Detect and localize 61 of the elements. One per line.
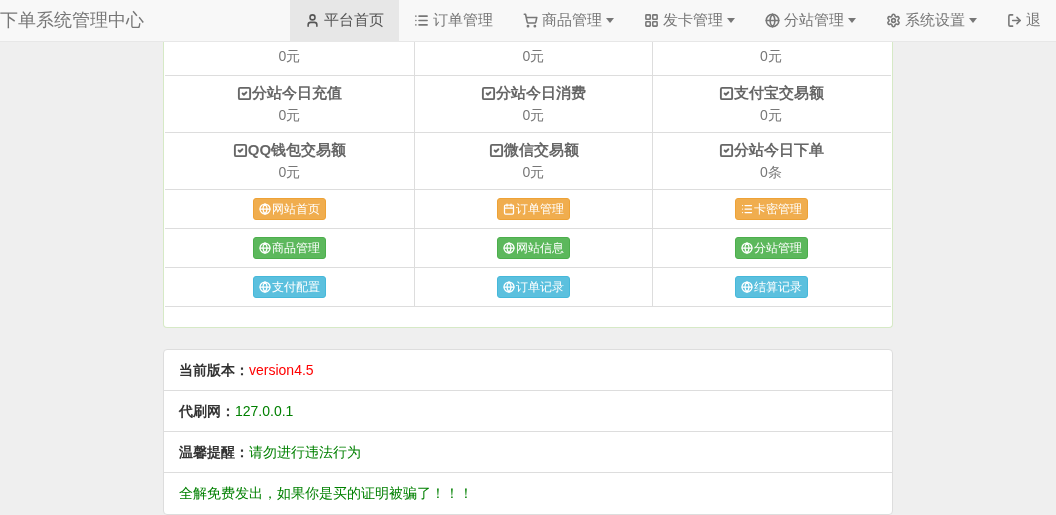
info-label: 温馨提醒： bbox=[179, 442, 249, 462]
notice-text: 全解免费发出，如果你是买的证明被骗了！！！ bbox=[179, 484, 473, 503]
stat-label: 微信交易额 bbox=[503, 140, 579, 161]
settings-icon bbox=[886, 13, 901, 28]
calendar-icon bbox=[503, 203, 515, 215]
info-label: 当前版本： bbox=[179, 360, 249, 380]
shortcut-button[interactable]: 网站首页 bbox=[253, 198, 326, 220]
globe-icon bbox=[259, 242, 271, 254]
shortcut-button[interactable]: 订单记录 bbox=[497, 276, 570, 298]
list-icon bbox=[414, 13, 429, 28]
nav-item[interactable]: 平台首页 bbox=[290, 0, 399, 41]
globe-icon bbox=[259, 203, 271, 215]
info-value: 请勿进行违法行为 bbox=[249, 442, 361, 462]
stat-value: 0元 bbox=[522, 162, 545, 182]
shortcut-button[interactable]: 结算记录 bbox=[734, 276, 808, 298]
info-value: 127.0.0.1 bbox=[235, 401, 294, 421]
nav-item[interactable]: 订单管理 bbox=[399, 0, 508, 41]
logout-icon bbox=[1007, 13, 1022, 28]
checkbox-icon bbox=[232, 143, 248, 158]
globe-icon bbox=[503, 242, 515, 254]
nav-item[interactable]: 系统设置 bbox=[871, 0, 992, 41]
cart-icon bbox=[523, 13, 538, 28]
shortcut-button[interactable]: 卡密管理 bbox=[734, 198, 808, 220]
shortcut-button[interactable]: 商品管理 bbox=[253, 237, 326, 259]
info-label: 代刷网： bbox=[179, 401, 235, 421]
info-value: version4.5 bbox=[249, 360, 314, 380]
checkbox-icon bbox=[481, 86, 496, 101]
stat-label: 分站今日消费 bbox=[496, 83, 586, 104]
shortcut-button[interactable]: 网站信息 bbox=[497, 237, 570, 259]
nav-item[interactable]: 商品管理 bbox=[508, 0, 629, 41]
list-icon bbox=[740, 203, 753, 215]
globe-icon bbox=[259, 281, 271, 293]
globe-icon bbox=[740, 242, 753, 254]
stat-value: 0元 bbox=[760, 47, 782, 66]
nav-item[interactable]: 退 bbox=[992, 0, 1056, 41]
globe-icon bbox=[503, 281, 515, 293]
stat-label: 分站今日充值 bbox=[252, 83, 342, 104]
globe-icon bbox=[740, 281, 753, 293]
brand-title[interactable]: 下单系统管理中心 bbox=[0, 7, 290, 34]
nav-item[interactable]: 分站管理 bbox=[750, 0, 871, 41]
globe-icon bbox=[765, 13, 780, 28]
stat-value: 0元 bbox=[522, 105, 545, 125]
checkbox-icon bbox=[488, 143, 504, 158]
stat-value: 0元 bbox=[278, 162, 301, 182]
nav-item[interactable]: 发卡管理 bbox=[629, 0, 750, 41]
stat-label: 分站今日下单 bbox=[733, 140, 824, 161]
user-icon bbox=[305, 13, 320, 28]
shortcut-button[interactable]: 分站管理 bbox=[734, 237, 808, 259]
stat-value: 0元 bbox=[278, 47, 301, 66]
shortcut-button[interactable]: 订单管理 bbox=[497, 198, 570, 220]
grid-icon bbox=[644, 13, 659, 28]
checkbox-icon bbox=[718, 86, 734, 101]
stat-value: 0元 bbox=[278, 105, 301, 125]
stat-value: 0条 bbox=[760, 162, 782, 182]
stat-label: QQ钱包交易额 bbox=[247, 140, 347, 161]
checkbox-icon bbox=[718, 143, 734, 158]
stat-label: 支付宝交易额 bbox=[733, 83, 824, 104]
checkbox-icon bbox=[237, 86, 252, 101]
stat-value: 0元 bbox=[522, 47, 545, 66]
stat-value: 0元 bbox=[760, 105, 782, 125]
shortcut-button[interactable]: 支付配置 bbox=[253, 276, 326, 298]
